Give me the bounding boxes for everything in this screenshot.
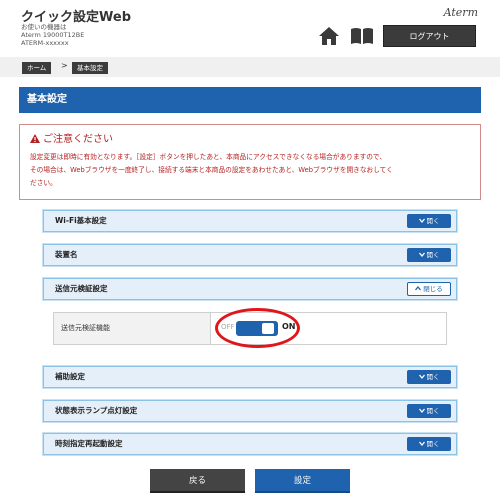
source-verify-label: 送信元検証機能 (61, 324, 110, 332)
apply-button[interactable]: 設定 (255, 469, 350, 493)
notice-line: ださい。 (30, 179, 57, 187)
expand-button[interactable]: 開く (407, 437, 451, 451)
section-label: 装置名 (55, 250, 78, 259)
section-label: 補助設定 (55, 372, 85, 381)
warning-icon (30, 134, 40, 143)
toggle-on-text: ON (282, 322, 296, 331)
section-wifi-basic: Wi-Fi基本設定 開く (43, 210, 457, 232)
manual-book-icon[interactable] (350, 26, 374, 46)
chevron-down-icon (418, 441, 425, 446)
chevron-down-icon (418, 374, 425, 379)
page-title: 基本設定 (19, 87, 481, 113)
chevron-up-icon (415, 286, 422, 291)
chevron-down-icon (418, 252, 425, 257)
toggle-switch[interactable] (236, 321, 278, 336)
section-label: 状態表示ランプ点灯設定 (55, 406, 138, 415)
breadcrumb-home[interactable]: ホーム (22, 62, 52, 74)
section-label: Wi-Fi基本設定 (55, 216, 107, 225)
logout-button[interactable]: ログアウト (383, 25, 476, 47)
toggle-off-text: OFF (221, 323, 235, 331)
section-scheduled-reboot: 時刻指定再起動設定 開く (43, 433, 457, 455)
expand-button-label: 開く (426, 373, 440, 381)
chevron-down-icon (418, 408, 425, 413)
expand-button[interactable]: 開く (407, 214, 451, 228)
collapse-button[interactable]: 閉じる (407, 282, 451, 296)
home-icon[interactable] (318, 26, 340, 46)
brand-logo: Aterm (443, 6, 478, 19)
section-source-verify: 送信元検証設定 閉じる (43, 278, 457, 300)
section-label: 時刻指定再起動設定 (55, 439, 123, 448)
notice-line: その場合は、Webブラウザを一度終了し、接続する端末と本商品の設定をあわせたあと… (30, 166, 393, 174)
expand-button-label: 開く (426, 407, 440, 415)
device-id: ATERM-xxxxxx (21, 39, 69, 47)
chevron-down-icon (418, 218, 425, 223)
notice-text: 設定変更は即時に有効となります。［設定］ボタンを押したあと、本商品にアクセスでき… (30, 151, 476, 190)
notice-line: 設定変更は即時に有効となります。［設定］ボタンを押したあと、本商品にアクセスでき… (30, 153, 387, 161)
toggle-knob[interactable] (262, 323, 274, 334)
back-button[interactable]: 戻る (150, 469, 245, 493)
expand-button[interactable]: 開く (407, 370, 451, 384)
section-device-name: 装置名 開く (43, 244, 457, 266)
collapse-button-label: 閉じる (423, 285, 443, 293)
expand-button-label: 開く (426, 217, 440, 225)
section-auxiliary: 補助設定 開く (43, 366, 457, 388)
notice-title-text: ご注意ください (43, 134, 113, 145)
source-verify-row: 送信元検証機能 OFF ON (53, 312, 447, 345)
expand-button-label: 開く (426, 251, 440, 259)
source-verify-toggle[interactable]: OFF ON (214, 318, 304, 339)
setting-label-cell: 送信元検証機能 (54, 313, 211, 344)
caution-notice: ご注意ください 設定変更は即時に有効となります。［設定］ボタンを押したあと、本商… (19, 124, 481, 200)
breadcrumb-current: 基本設定 (72, 62, 108, 74)
expand-button[interactable]: 開く (407, 404, 451, 418)
header: クイック設定Web お使いの機器は Aterm 19000T12BE ATERM… (0, 0, 500, 54)
section-label: 送信元検証設定 (55, 284, 108, 293)
expand-button-label: 開く (426, 440, 440, 448)
section-status-lamp: 状態表示ランプ点灯設定 開く (43, 400, 457, 422)
expand-button[interactable]: 開く (407, 248, 451, 262)
notice-title: ご注意ください (30, 130, 113, 145)
breadcrumb-separator: > (61, 61, 68, 70)
